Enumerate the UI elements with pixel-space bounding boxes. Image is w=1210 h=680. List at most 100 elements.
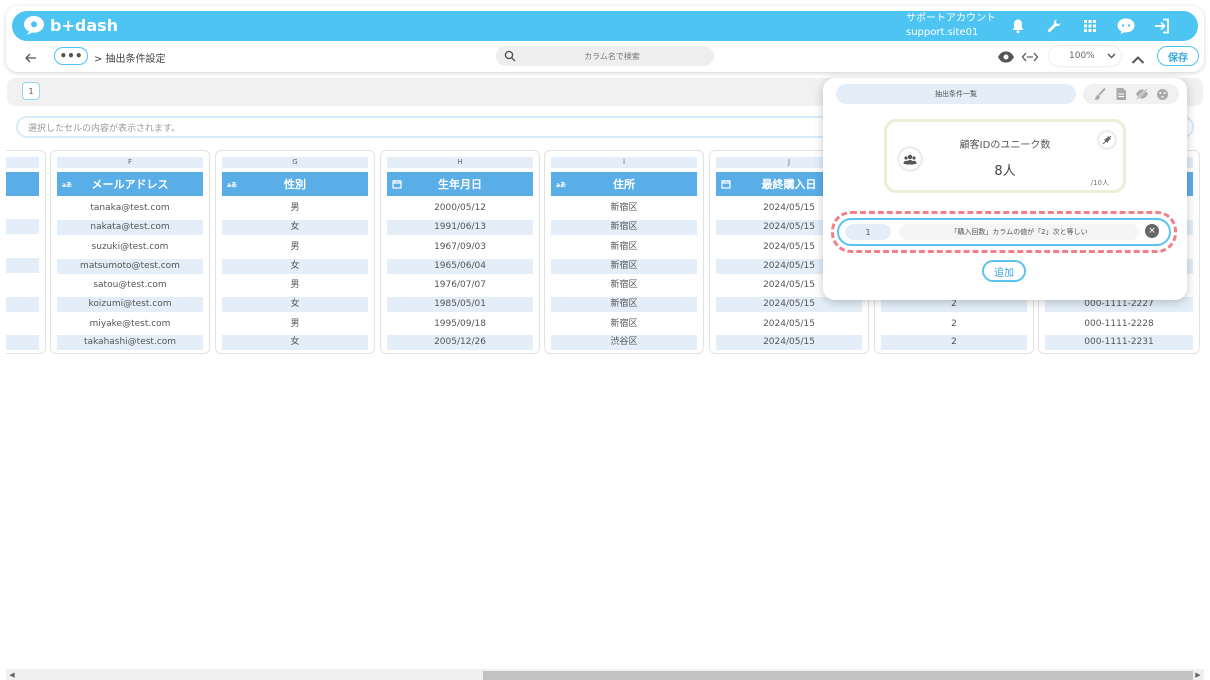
- logo[interactable]: b+dash: [22, 14, 118, 36]
- column-header[interactable]: aあ 性別: [222, 172, 368, 196]
- table-cell[interactable]: 渋谷区: [551, 335, 697, 350]
- table-cell[interactable]: takahashi@test.com: [57, 335, 203, 350]
- add-condition-button[interactable]: 追加: [982, 260, 1026, 282]
- table-cell[interactable]: 男: [222, 278, 368, 293]
- table-cell[interactable]: 女: [222, 297, 368, 312]
- column-letter[interactable]: G: [222, 157, 368, 168]
- wrench-icon[interactable]: [1043, 15, 1065, 37]
- table-cell[interactable]: 新宿区: [551, 297, 697, 312]
- table-cell[interactable]: 1991/06/13: [387, 220, 533, 235]
- app-root: b+dash サポートアカウント support.site01 ••• > 抽出…: [0, 0, 1210, 680]
- column-header[interactable]: aあ 住所: [551, 172, 697, 196]
- arrow-left-icon: [25, 53, 36, 63]
- table-cell: [6, 219, 39, 234]
- table-cell[interactable]: 000-1111-2231: [1045, 335, 1193, 350]
- condition-row[interactable]: 1 「購入回数」カラムの値が「2」次と等しい ×: [837, 218, 1171, 246]
- scroll-left-icon[interactable]: ◀: [7, 669, 17, 680]
- column-letter[interactable]: F: [57, 157, 203, 168]
- unique-count-value: 8人: [994, 164, 1016, 179]
- logo-bubble-icon: [24, 16, 44, 35]
- column-header[interactable]: aあ メールアドレス: [57, 172, 203, 196]
- pin-off-icon[interactable]: [1099, 132, 1115, 148]
- account-site: support.site01: [906, 27, 979, 38]
- table-cell[interactable]: 新宿区: [551, 317, 697, 332]
- table-cell[interactable]: 新宿区: [551, 201, 697, 216]
- table-cell[interactable]: koizumi@test.com: [57, 297, 203, 312]
- table-cell[interactable]: 2005/12/26: [387, 335, 533, 350]
- column-letter: [6, 157, 39, 168]
- cell-content-placeholder: 選択したセルの内容が表示されます。: [28, 124, 181, 134]
- condition-list-tab[interactable]: 抽出条件一覧: [836, 84, 1076, 104]
- brush-icon[interactable]: [1093, 87, 1107, 101]
- table-cell[interactable]: 新宿区: [551, 220, 697, 235]
- chevron-up-icon[interactable]: [1131, 50, 1145, 64]
- table-cell: [6, 258, 39, 273]
- table-cell[interactable]: tanaka@test.com: [57, 201, 203, 216]
- scroll-right-icon[interactable]: ▶: [1193, 669, 1203, 680]
- table-cell[interactable]: 男: [222, 317, 368, 332]
- table-cell[interactable]: suzuki@test.com: [57, 240, 203, 255]
- unique-count-total: /10人: [1090, 179, 1109, 187]
- table-cell[interactable]: 2024/05/15: [716, 335, 862, 350]
- column-partial-left: [6, 150, 46, 354]
- table-cell[interactable]: satou@test.com: [57, 278, 203, 293]
- table-cell[interactable]: 女: [222, 335, 368, 350]
- column-header-label: 性別: [284, 178, 306, 191]
- close-icon[interactable]: ×: [1145, 224, 1159, 238]
- document-icon[interactable]: [1114, 87, 1128, 101]
- condition-text[interactable]: 「購入回数」カラムの値が「2」次と等しい: [899, 224, 1139, 240]
- column-header-label: メールアドレス: [91, 178, 169, 191]
- column-header-label: 生年月日: [438, 178, 482, 191]
- table-cell[interactable]: 新宿区: [551, 240, 697, 255]
- table-cell[interactable]: 新宿区: [551, 259, 697, 274]
- eye-icon[interactable]: [997, 49, 1015, 63]
- table-cell[interactable]: 1976/07/07: [387, 278, 533, 293]
- code-expand-icon[interactable]: [1021, 49, 1039, 63]
- table-column: Gaあ 性別男女男女男女男女: [215, 150, 375, 354]
- table-cell: [6, 335, 39, 350]
- column-header[interactable]: [6, 172, 39, 196]
- table-cell[interactable]: 女: [222, 259, 368, 274]
- table-column: Iaあ 住所 新宿区 新宿区 新宿区 新宿区 新宿区 新宿区 新宿区 渋谷区: [544, 150, 704, 354]
- table-cell[interactable]: 2: [881, 335, 1027, 350]
- save-button[interactable]: 保存: [1157, 46, 1199, 66]
- back-button[interactable]: [22, 47, 40, 69]
- table-cell[interactable]: miyake@test.com: [57, 317, 203, 332]
- account-info[interactable]: サポートアカウント support.site01: [906, 12, 996, 40]
- apps-grid-icon[interactable]: [1079, 15, 1101, 37]
- table-cell[interactable]: 男: [222, 201, 368, 216]
- table-cell[interactable]: 新宿区: [551, 278, 697, 293]
- table-cell[interactable]: 2024/05/15: [716, 317, 862, 332]
- search-input[interactable]: [522, 48, 702, 64]
- chat-support-icon[interactable]: [1115, 15, 1137, 37]
- logout-icon[interactable]: [1151, 15, 1173, 37]
- table-cell[interactable]: 2000/05/12: [387, 201, 533, 216]
- table-cell[interactable]: 1985/05/01: [387, 297, 533, 312]
- column-header[interactable]: 生年月日: [387, 172, 533, 196]
- column-letter[interactable]: H: [387, 157, 533, 168]
- column-header-label: 最終購入日: [761, 178, 817, 191]
- calendar-icon: [721, 179, 731, 191]
- table-cell[interactable]: 男: [222, 240, 368, 255]
- scrollbar-thumb[interactable]: [483, 671, 1193, 680]
- zoom-select[interactable]: 100%: [1049, 46, 1121, 66]
- text-type-icon: aあ: [227, 182, 238, 189]
- table-cell[interactable]: 1995/09/18: [387, 317, 533, 332]
- table-cell[interactable]: 000-1111-2228: [1045, 317, 1193, 332]
- column-header-label: 住所: [613, 178, 635, 191]
- column-search[interactable]: [496, 46, 714, 66]
- table-cell[interactable]: 1965/06/04: [387, 259, 533, 274]
- table-cell[interactable]: matsumoto@test.com: [57, 259, 203, 274]
- table-cell[interactable]: 1967/09/03: [387, 240, 533, 255]
- table-cell[interactable]: nakata@test.com: [57, 220, 203, 235]
- table-cell[interactable]: 2: [881, 317, 1027, 332]
- bell-icon[interactable]: [1007, 15, 1029, 37]
- table-cell: [6, 297, 39, 312]
- palette-icon[interactable]: [1156, 87, 1170, 101]
- eye-off-icon[interactable]: [1135, 87, 1149, 101]
- page-tab-1[interactable]: 1: [22, 82, 40, 100]
- more-menu-button[interactable]: •••: [54, 47, 88, 65]
- table-cell[interactable]: 女: [222, 220, 368, 235]
- search-icon: [504, 50, 516, 62]
- column-letter[interactable]: I: [551, 157, 697, 168]
